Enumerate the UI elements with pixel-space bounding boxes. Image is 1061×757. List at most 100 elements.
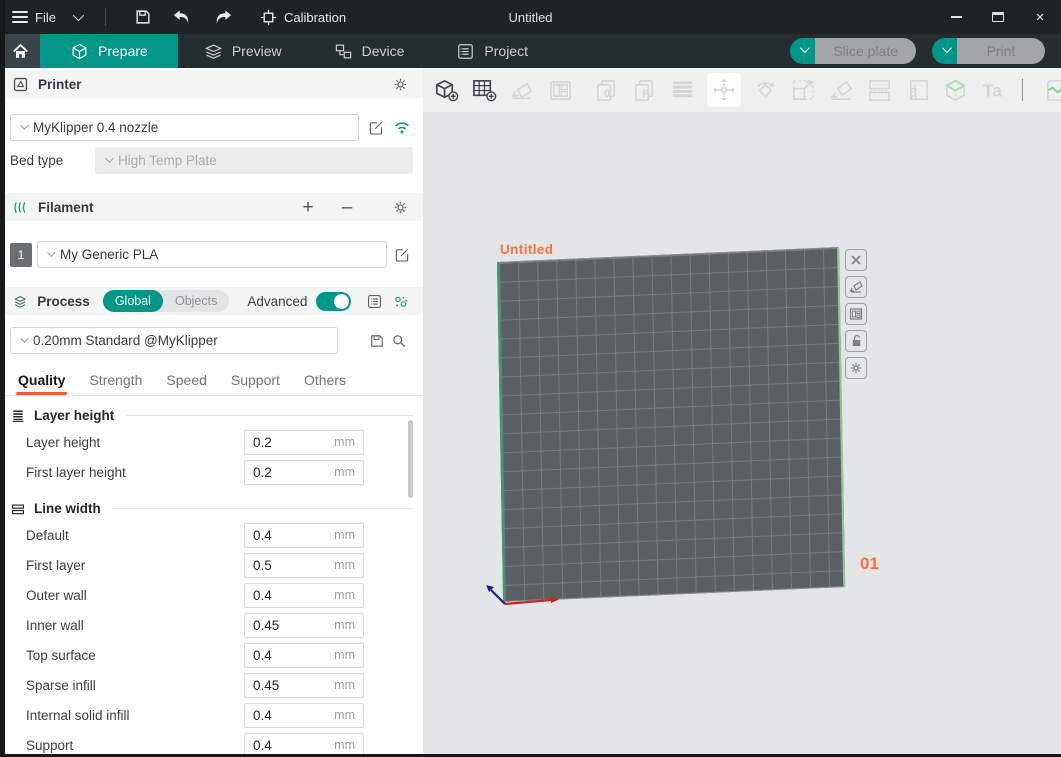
print-options-button[interactable] <box>932 38 957 64</box>
move-tool-button[interactable] <box>707 73 741 107</box>
file-menu[interactable]: File <box>12 8 81 26</box>
tab-preview[interactable]: Preview <box>178 34 308 68</box>
window-title: Untitled <box>508 10 552 25</box>
hamburger-icon <box>12 8 28 26</box>
plate-settings-button[interactable] <box>845 357 867 379</box>
filament-preset-dropdown[interactable]: My Generic PLA <box>37 241 387 268</box>
add-plate-button[interactable] <box>471 77 498 104</box>
arrange-icon <box>547 77 574 104</box>
process-section-header: Process Global Objects Advanced <box>0 287 423 315</box>
line-width-inner-wall-input[interactable] <box>253 618 323 633</box>
tab-others[interactable]: Others <box>292 372 358 395</box>
save-icon <box>369 333 385 349</box>
assembly-view-button[interactable] <box>1044 77 1061 104</box>
line-width-first-layer-input[interactable] <box>253 558 323 573</box>
minimize-icon <box>951 16 962 18</box>
cut-tool-button[interactable] <box>866 77 893 104</box>
build-scene: Untitled 01 <box>423 112 1061 757</box>
maximize-button[interactable] <box>977 0 1019 34</box>
coordinate-axes <box>481 582 561 614</box>
build-plate[interactable] <box>497 247 845 602</box>
setting-label: Top surface <box>26 648 244 663</box>
line-width-default-input[interactable] <box>253 528 323 543</box>
save-preset-button[interactable] <box>366 330 388 352</box>
line-width-internal-solid-input[interactable] <box>253 708 323 723</box>
undo-button[interactable] <box>166 4 200 30</box>
scope-objects-button[interactable]: Objects <box>163 290 229 312</box>
edit-printer-button[interactable] <box>365 117 387 139</box>
redo-button[interactable] <box>206 4 240 30</box>
lock-plate-button[interactable] <box>845 330 867 352</box>
tab-project[interactable]: Project <box>430 34 554 68</box>
setting-row: Sparse infill mm <box>0 670 423 700</box>
printer-section-title: Printer <box>38 77 82 92</box>
bed-type-label: Bed type <box>10 153 95 168</box>
split-to-objects-button[interactable]: 0 <box>593 77 620 104</box>
filament-slot-badge[interactable]: 1 <box>10 243 32 267</box>
seam-tool-button[interactable] <box>942 77 969 104</box>
setting-label: Sparse infill <box>26 678 244 693</box>
line-width-outer-wall-input[interactable] <box>253 588 323 603</box>
parameter-list-button[interactable] <box>364 290 385 312</box>
auto-orient-plate-button[interactable] <box>845 276 867 298</box>
filament-settings-button[interactable] <box>389 196 411 218</box>
slice-options-button[interactable] <box>790 38 815 64</box>
bed-type-dropdown[interactable]: High Temp Plate <box>95 147 413 174</box>
tab-speed[interactable]: Speed <box>154 372 218 395</box>
auto-orient-button[interactable] <box>509 77 536 104</box>
close-button[interactable]: × <box>1019 0 1061 34</box>
printer-preset-dropdown[interactable]: MyKlipper 0.4 nozzle <box>10 114 359 141</box>
calibration-button[interactable]: Calibration <box>260 9 346 26</box>
value-box: mm <box>244 430 364 455</box>
filament-icon <box>12 199 29 216</box>
save-button[interactable] <box>126 4 160 30</box>
tab-prepare[interactable]: Prepare <box>40 34 178 68</box>
compare-presets-button[interactable] <box>390 290 411 312</box>
filament-preset-row: 1 My Generic PLA <box>0 241 423 268</box>
advanced-toggle[interactable] <box>316 292 350 311</box>
arrange-button[interactable] <box>547 77 574 104</box>
variable-layer-height-button[interactable] <box>669 77 696 104</box>
tab-support[interactable]: Support <box>219 372 292 395</box>
plate-number-label: 01 <box>860 554 879 574</box>
first-layer-height-input[interactable] <box>253 465 323 480</box>
unit-label: mm <box>334 588 355 602</box>
paint-tool-button[interactable] <box>904 77 931 104</box>
wifi-connection-button[interactable] <box>391 117 413 139</box>
print-group: Print <box>932 38 1045 64</box>
maximize-icon <box>992 12 1004 22</box>
tab-strength[interactable]: Strength <box>77 372 154 395</box>
process-preset-dropdown[interactable]: 0.20mm Standard @MyKlipper <box>10 327 338 354</box>
print-button[interactable]: Print <box>957 38 1045 64</box>
remove-filament-button[interactable]: – <box>336 196 358 218</box>
tab-device[interactable]: Device <box>308 34 431 68</box>
close-icon: × <box>1036 9 1045 26</box>
settings-scrollbar[interactable] <box>408 420 413 498</box>
lay-on-face-button[interactable] <box>828 77 855 104</box>
line-width-group-header: Line width <box>0 495 423 520</box>
scope-global-button[interactable]: Global <box>103 290 163 312</box>
text-tool-button[interactable]: Ta <box>980 77 1007 104</box>
arrange-plate-button[interactable] <box>845 303 867 325</box>
delete-plate-button[interactable] <box>845 249 867 271</box>
setting-label: Support <box>26 738 244 753</box>
edit-filament-button[interactable] <box>391 244 413 266</box>
rotate-tool-button[interactable] <box>752 77 779 104</box>
add-object-button[interactable] <box>433 77 460 104</box>
scale-tool-button[interactable] <box>790 77 817 104</box>
minimize-button[interactable] <box>935 0 977 34</box>
line-width-sparse-infill-input[interactable] <box>253 678 323 693</box>
search-settings-button[interactable] <box>388 330 410 352</box>
tab-quality[interactable]: Quality <box>6 372 77 395</box>
home-button[interactable] <box>0 34 40 68</box>
chevron-down-icon <box>47 248 55 256</box>
split-to-parts-button[interactable]: P <box>631 77 658 104</box>
filament-section-title: Filament <box>38 200 94 215</box>
line-width-top-surface-input[interactable] <box>253 648 323 663</box>
setting-label: Internal solid infill <box>26 708 244 723</box>
line-width-support-input[interactable] <box>253 738 323 753</box>
add-filament-button[interactable]: + <box>297 196 319 218</box>
printer-settings-button[interactable] <box>389 73 411 95</box>
layer-height-input[interactable] <box>253 435 323 450</box>
slice-plate-button[interactable]: Slice plate <box>815 38 916 64</box>
